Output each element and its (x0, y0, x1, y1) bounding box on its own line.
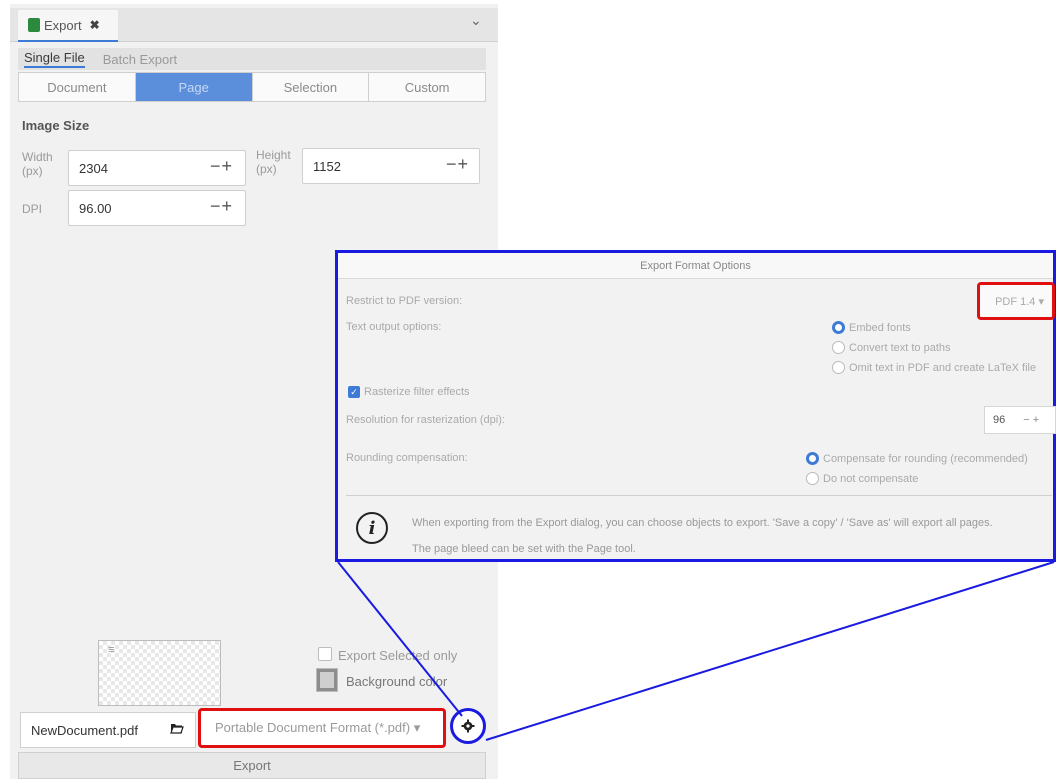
export-preview (98, 640, 221, 706)
rounding-label: Rounding compensation: (346, 452, 468, 464)
format-options-button[interactable] (450, 708, 486, 744)
pdf-version-dropdown[interactable]: PDF 1.4 ▾ (977, 282, 1055, 320)
width-stepper[interactable]: −+ (210, 156, 233, 177)
resolution-label: Resolution for rasterization (dpi): (346, 414, 505, 426)
dpi-value: 96.00 (79, 200, 112, 216)
omit-text-option[interactable]: Omit text in PDF and create LaTeX file (832, 361, 1036, 374)
embed-fonts-label: Embed fonts (849, 321, 911, 334)
compensate-rounding-option[interactable]: Compensate for rounding (recommended) (806, 452, 1028, 465)
radio-unselected (832, 341, 845, 354)
background-color-preview (320, 672, 334, 688)
divider (346, 495, 1052, 496)
area-selection-button[interactable]: Selection (253, 73, 370, 101)
image-size-heading: Image Size (22, 118, 90, 133)
export-tab[interactable]: Export ✖ (18, 10, 118, 42)
dpi-label: DPI (22, 202, 43, 216)
rasterize-filter-checkbox[interactable]: ✓ Rasterize filter effects (348, 386, 470, 398)
radio-selected (806, 452, 819, 465)
close-icon[interactable]: ✖ (90, 18, 100, 32)
width-label: Width (px) (22, 150, 53, 178)
gear-icon (461, 719, 475, 733)
rasterize-label: Rasterize filter effects (364, 386, 470, 398)
area-document-button[interactable]: Document (19, 73, 136, 101)
preview-page-icon: ≡ (108, 644, 115, 656)
pdf-version-label: Restrict to PDF version: (346, 295, 463, 307)
resolution-value: 96 (993, 414, 1006, 426)
area-page-button[interactable]: Page (135, 73, 253, 101)
export-selected-checkbox[interactable] (318, 647, 332, 661)
info-text-line2: The page bleed can be set with the Page … (412, 543, 636, 555)
export-selected-label: Export Selected only (338, 648, 458, 663)
folder-open-icon[interactable] (170, 722, 184, 734)
tab-single-file[interactable]: Single File (24, 50, 85, 68)
text-output-label: Text output options: (346, 321, 442, 333)
export-area-selector: Document Page Selection Custom (18, 72, 486, 102)
chevron-down-icon[interactable]: ⌄ (470, 12, 482, 29)
background-color-label: Background color (346, 674, 448, 689)
file-format-dropdown[interactable]: Portable Document Format (*.pdf) ▾ (198, 708, 446, 748)
radio-selected (832, 321, 845, 334)
height-value: 1152 (313, 158, 341, 174)
pdf-version-value: PDF 1.4 ▾ (995, 295, 1044, 308)
export-mode-tabs: Single File Batch Export (18, 48, 486, 70)
embed-fonts-option[interactable]: Embed fonts (832, 321, 911, 334)
convert-text-label: Convert text to paths (849, 341, 951, 354)
area-custom-button[interactable]: Custom (369, 73, 485, 101)
export-icon (28, 18, 40, 32)
height-stepper[interactable]: −+ (446, 154, 469, 175)
popup-title: Export Format Options (338, 253, 1053, 279)
filename-value: NewDocument.pdf (31, 722, 138, 738)
no-compensate-label: Do not compensate (823, 472, 919, 485)
dpi-stepper[interactable]: −+ (210, 196, 233, 217)
omit-text-label: Omit text in PDF and create LaTeX file (849, 361, 1037, 374)
convert-text-option[interactable]: Convert text to paths (832, 341, 951, 354)
no-compensate-option[interactable]: Do not compensate (806, 472, 918, 485)
resolution-spinbox[interactable]: 96 − + (984, 406, 1056, 434)
file-format-value: Portable Document Format (*.pdf) ▾ (215, 720, 421, 735)
height-label: Height (px) (256, 148, 291, 176)
compensate-rounding-label: Compensate for rounding (recommended) (823, 452, 1028, 465)
check-icon: ✓ (348, 386, 360, 398)
export-tab-label: Export (44, 17, 82, 33)
tab-batch-export[interactable]: Batch Export (103, 52, 177, 67)
info-text-line1: When exporting from the Export dialog, y… (412, 517, 993, 529)
radio-unselected (806, 472, 819, 485)
width-value: 2304 (79, 160, 108, 176)
resolution-stepper[interactable]: − + (1023, 414, 1039, 426)
radio-unselected (832, 361, 845, 374)
export-button[interactable]: Export (18, 752, 486, 779)
info-icon: i (356, 512, 388, 544)
